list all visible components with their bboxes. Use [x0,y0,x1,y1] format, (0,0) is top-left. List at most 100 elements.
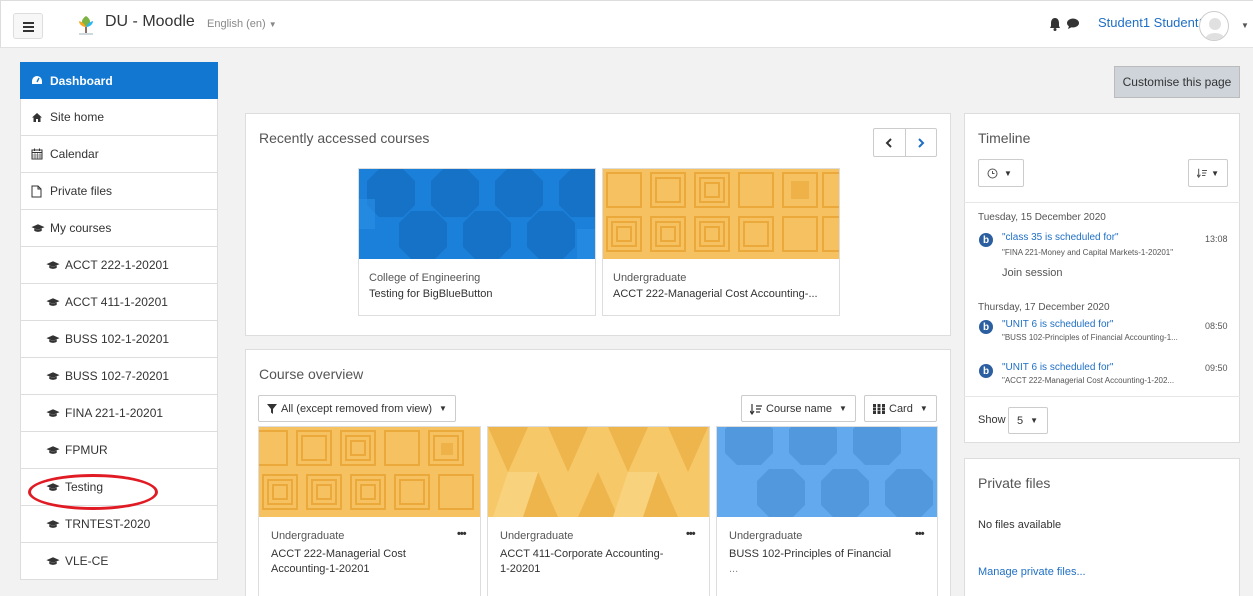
timeline-sort-dropdown[interactable]: ▼ [1188,159,1228,187]
language-label: English (en) [207,18,266,30]
sidebar-item-calendar[interactable]: Calendar [20,136,218,173]
course-category: Undergraduate [500,530,574,542]
course-card[interactable]: Undergraduate ••• BUSS 102-Principles of… [716,426,938,596]
block-title: Timeline [978,130,1031,146]
sidebar-item-dashboard[interactable]: Dashboard [20,62,218,99]
filter-label: All (except removed from view) [281,402,432,415]
grouping-filter-dropdown[interactable]: All (except removed from view) ▼ [258,395,456,422]
clock-icon [987,168,998,178]
bell-icon[interactable] [1049,17,1061,31]
caret-down-icon: ▼ [919,404,928,413]
caret-down-icon: ▼ [839,404,847,413]
course-name-link[interactable]: Testing for BigBlueButton [369,287,493,302]
sidebar-item-label: TRNTEST-2020 [65,517,151,531]
course-image [717,427,937,517]
course-category: Undergraduate [613,272,687,284]
bigbluebutton-icon: b [979,320,993,334]
caret-down-icon: ▼ [1004,168,1012,178]
chat-icon[interactable] [1066,18,1080,30]
customise-page-button[interactable]: Customise this page [1114,66,1240,98]
sort-label: Course name [766,402,833,415]
timeline-event-course: "BUSS 102-Principles of Financial Accoun… [1002,333,1178,342]
course-name-line: Accounting-1-20201 [271,563,370,575]
menu-toggle-button[interactable] [13,13,43,39]
join-session-link[interactable]: Join session [1002,267,1063,279]
annotation-circle [28,474,158,510]
bigbluebutton-icon: b [979,364,993,378]
graduation-cap-icon [46,556,60,566]
block-title: Course overview [259,366,364,382]
site-name-link[interactable]: DU - Moodle [105,13,195,31]
timeline-event-time: 08:50 [1205,321,1228,331]
recent-courses-pager [873,128,937,157]
sidebar-item-course-buss-102-7[interactable]: BUSS 102-7-20201 [20,358,218,395]
timeline-date-heading: Tuesday, 15 December 2020 [978,212,1106,223]
caret-down-icon: ▼ [439,404,447,413]
show-count-dropdown[interactable]: 5 ▼ [1008,407,1048,434]
caret-down-icon: ▼ [268,20,277,29]
course-name-line: ... [729,563,739,575]
sidebar-item-label: VLE-CE [65,554,109,568]
sort-dropdown[interactable]: Course name ▼ [741,395,856,422]
course-name-link[interactable]: ACCT 411-Corporate Accounting- 1-20201 [500,547,663,577]
prev-page-button[interactable] [874,129,906,156]
timeline-event-link[interactable]: "UNIT 6 is scheduled for" [1002,319,1113,330]
timeline-date-heading: Thursday, 17 December 2020 [978,302,1110,313]
sidebar-item-course-acct-222[interactable]: ACCT 222-1-20201 [20,247,218,284]
caret-down-icon: ▼ [1211,168,1219,178]
sidebar-item-label: BUSS 102-1-20201 [65,332,170,346]
graduation-cap-icon [46,408,60,418]
dashboard-icon [31,75,45,86]
graduation-cap-icon [46,260,60,270]
sidebar-item-label: ACCT 222-1-20201 [65,258,169,272]
sidebar-item-course-vle-ce[interactable]: VLE-CE [20,543,218,580]
show-count-label: Show [978,414,1006,426]
user-avatar[interactable] [1199,11,1229,41]
no-files-text: No files available [978,519,1062,531]
grid-icon [873,403,885,414]
course-name-link[interactable]: ACCT 222-Managerial Cost Accounting-1-20… [271,547,406,577]
timeline-event-link[interactable]: "class 35 is scheduled for" [1002,232,1119,243]
chevron-right-icon [918,137,925,148]
graduation-cap-icon [46,297,60,307]
display-mode-dropdown[interactable]: Card ▼ [864,395,937,422]
sidebar-item-course-buss-102-1[interactable]: BUSS 102-1-20201 [20,321,218,358]
sidebar-item-label: FINA 221-1-20201 [65,406,164,420]
show-count-value: 5 [1017,414,1024,427]
sidebar-item-course-fina-221[interactable]: FINA 221-1-20201 [20,395,218,432]
sidebar-item-course-acct-411[interactable]: ACCT 411-1-20201 [20,284,218,321]
course-actions-menu-icon[interactable]: ••• [457,528,467,540]
manage-private-files-link[interactable]: Manage private files... [978,566,1086,578]
home-icon [31,112,45,123]
course-card[interactable]: College of Engineering Testing for BigBl… [358,168,596,316]
course-category: College of Engineering [369,272,481,284]
bigbluebutton-icon: b [979,233,993,247]
sidebar-item-private-files[interactable]: Private files [20,173,218,210]
timeline-event-link[interactable]: "UNIT 6 is scheduled for" [1002,362,1113,373]
course-card[interactable]: Undergraduate ••• ACCT 411-Corporate Acc… [487,426,710,596]
sidebar-item-label: FPMUR [65,443,108,457]
divider [964,202,1240,203]
graduation-cap-icon [31,223,45,233]
language-menu[interactable]: English (en) ▼ [207,18,277,30]
course-actions-menu-icon[interactable]: ••• [915,528,925,540]
course-card[interactable]: Undergraduate ACCT 222-Managerial Cost A… [602,168,840,316]
user-menu-caret-icon[interactable]: ▼ [1241,21,1249,30]
filter-icon [267,403,277,414]
sidebar-item-label: Private files [50,184,113,198]
sidebar-item-course-fpmur[interactable]: FPMUR [20,432,218,469]
next-page-button[interactable] [906,129,937,156]
course-card[interactable]: Undergraduate ••• ACCT 222-Managerial Co… [258,426,481,596]
sidebar-item-course-trntest[interactable]: TRNTEST-2020 [20,506,218,543]
sidebar-item-my-courses[interactable]: My courses [20,210,218,247]
course-name-link[interactable]: ACCT 222-Managerial Cost Accounting-... [613,287,818,302]
sidebar-item-label: Dashboard [50,73,113,88]
chevron-left-icon [885,137,892,148]
course-name-link[interactable]: BUSS 102-Principles of Financial ... [729,547,891,577]
sidebar-item-site-home[interactable]: Site home [20,99,218,136]
course-actions-menu-icon[interactable]: ••• [686,528,696,540]
sidebar-item-label: My courses [50,221,112,235]
user-name-link[interactable]: Student1 Student1 [1098,15,1206,30]
avatar-placeholder-icon [1205,18,1225,40]
timeline-day-filter-dropdown[interactable]: ▼ [978,159,1024,187]
